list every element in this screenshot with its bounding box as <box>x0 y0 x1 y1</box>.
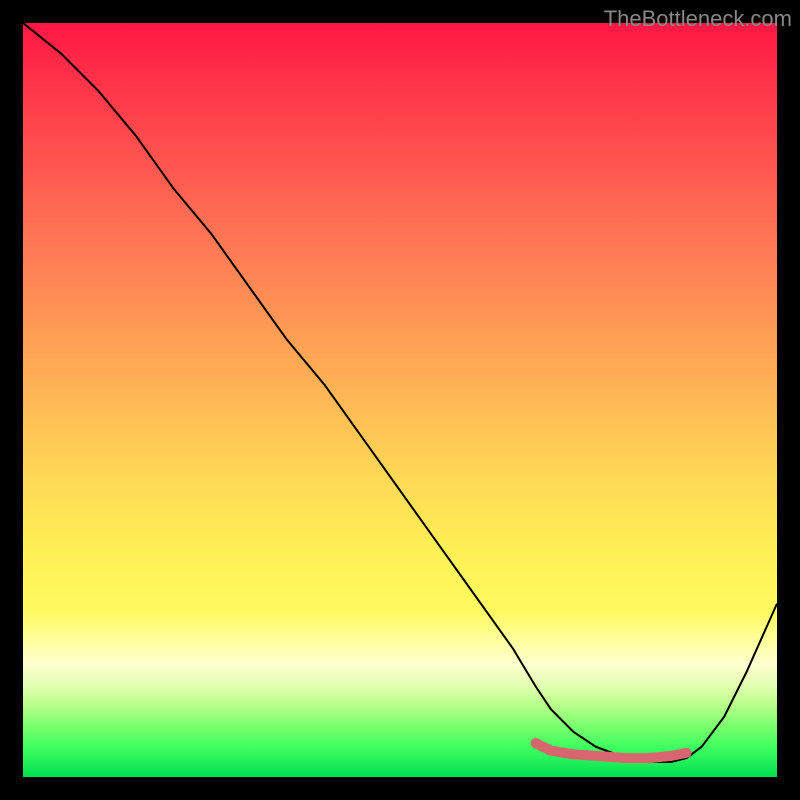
chart-container: TheBottleneck.com <box>0 0 800 800</box>
main-curve-group <box>23 23 777 762</box>
curve-svg <box>23 23 777 777</box>
plot-area <box>23 23 777 777</box>
watermark-text: TheBottleneck.com <box>604 6 792 32</box>
bottleneck-curve <box>23 23 777 762</box>
optimal-range-marker <box>536 743 687 758</box>
